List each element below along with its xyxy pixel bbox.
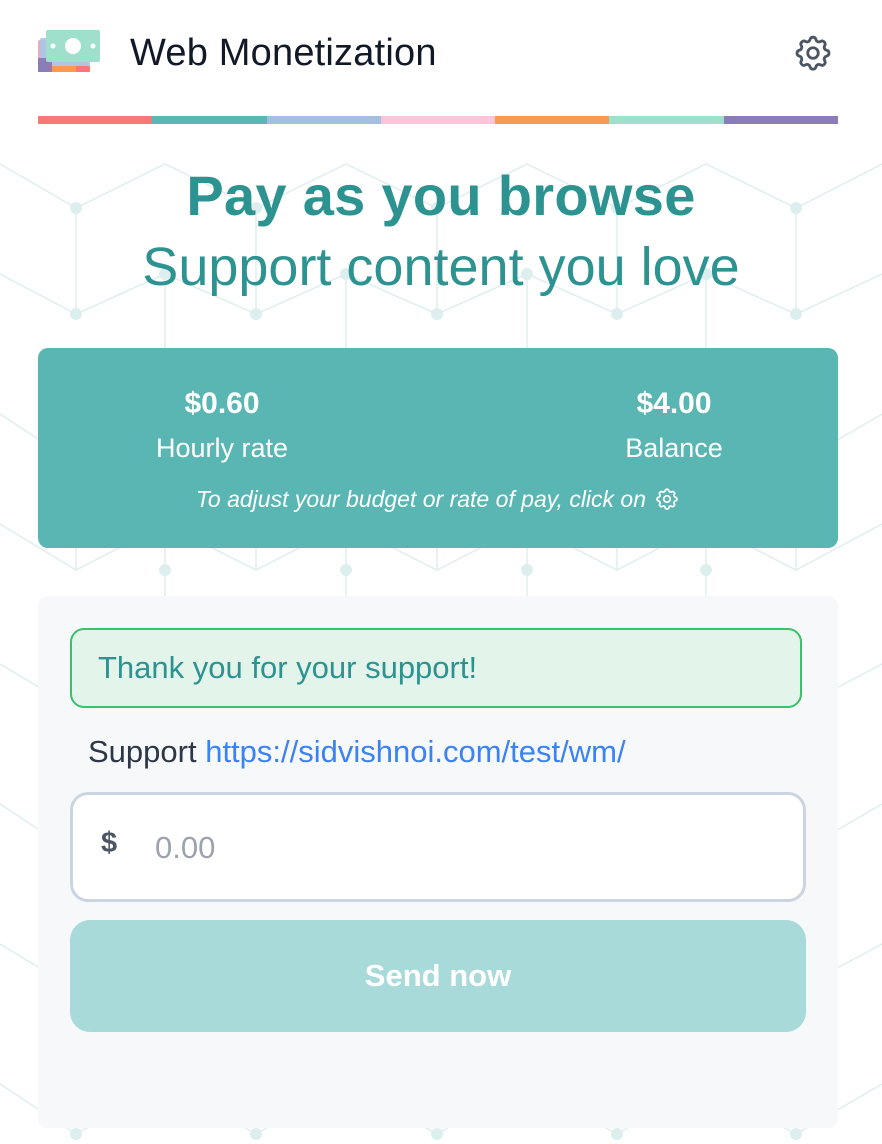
hourly-rate-stat: $0.60 Hourly rate [92, 384, 352, 466]
rainbow-segment [38, 116, 153, 124]
balance-value: $4.00 [636, 387, 712, 420]
gear-icon [656, 488, 678, 510]
app-title: Web Monetization [130, 32, 437, 74]
support-panel: Thank you for your support! Support http… [38, 596, 838, 1128]
rainbow-divider [38, 116, 838, 124]
amount-field: $ [70, 792, 806, 902]
gear-icon [795, 35, 831, 71]
support-target: Support https://sidvishnoi.com/test/wm/ [88, 732, 626, 772]
balance-stat: $4.00 Balance [544, 384, 804, 466]
settings-hint-text: To adjust your budget or rate of pay, cl… [195, 486, 647, 512]
rainbow-segment [723, 116, 838, 124]
rainbow-segment [152, 116, 267, 124]
headline: Pay as you browse [186, 164, 696, 227]
subheadline: Support content you love [142, 237, 740, 297]
rainbow-segment [266, 116, 381, 124]
balance-label: Balance [625, 433, 723, 463]
hourly-rate-label: Hourly rate [155, 433, 289, 463]
settings-hint: To adjust your budget or rate of pay, cl… [38, 484, 838, 514]
rainbow-segment [495, 116, 610, 124]
main-content: Pay as you browse Support content you lo… [0, 124, 882, 1144]
amount-input[interactable] [153, 815, 757, 881]
success-alert: Thank you for your support! [70, 628, 802, 708]
stats-card: $0.60 Hourly rate $4.00 Balance To adjus… [38, 348, 838, 548]
support-url-link[interactable]: https://sidvishnoi.com/test/wm/ [205, 734, 625, 769]
settings-button[interactable] [790, 30, 836, 76]
rainbow-segment [380, 116, 496, 124]
rainbow-segment [609, 116, 724, 124]
send-now-button[interactable]: Send now [70, 920, 806, 1032]
support-label: Support [88, 734, 197, 769]
money-bill-icon [38, 30, 100, 72]
currency-symbol: $ [101, 827, 118, 859]
app-header: Web Monetization [0, 0, 882, 116]
hourly-rate-value: $0.60 [184, 387, 260, 420]
